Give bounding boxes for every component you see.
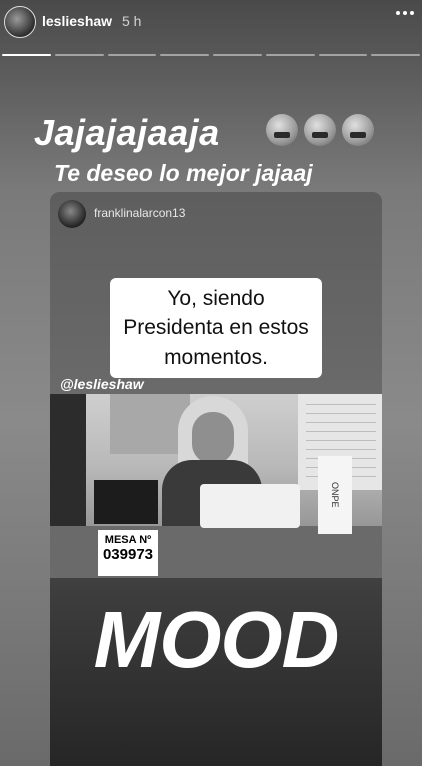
photo-laptop [94,480,158,524]
mesa-label: MESA Nº [104,534,152,546]
mesa-sign: MESA Nº 039973 [98,530,158,576]
story-header: leslieshaw 5 h [0,0,422,44]
onpe-ballot-box: ONPE [318,456,352,534]
username[interactable]: leslieshaw [42,13,112,29]
shared-post-card[interactable]: franklinalarcon13 Yo, siendo Presidenta … [50,192,382,766]
grimacing-face-icon [266,114,298,146]
post-photo: ONPE MESA Nº 039973 [50,394,382,578]
more-options-icon[interactable] [396,11,414,15]
photo-woman-face [192,412,234,464]
mood-text: MOOD [93,595,340,684]
progress-segment [107,54,157,56]
avatar[interactable] [4,6,36,38]
photo-printer [200,484,300,528]
progress-segment [318,54,368,56]
progress-segment [160,54,209,56]
caption-line-2: Te deseo lo mejor jajaaj [54,160,313,186]
post-author-avatar[interactable] [58,200,86,228]
mention-tag[interactable]: @leslieshaw [60,376,144,392]
post-author[interactable]: franklinalarcon13 [94,206,185,220]
mesa-number: 039973 [102,546,154,563]
grinning-sweat-icon [342,114,374,146]
caption-emojis [266,114,374,146]
timestamp: 5 h [122,13,142,29]
progress-segment [265,54,315,56]
progress-segment [371,54,420,56]
story-progress-bar [2,54,420,56]
caption-line-1: Jajajajaaja [34,112,220,153]
progress-segment [213,54,262,56]
progress-segment [2,54,51,56]
rolling-laughing-icon [304,114,336,146]
quote-box: Yo, siendo Presidenta en estos momentos. [110,278,322,379]
progress-segment [54,54,104,56]
photo-person-left [50,394,86,534]
